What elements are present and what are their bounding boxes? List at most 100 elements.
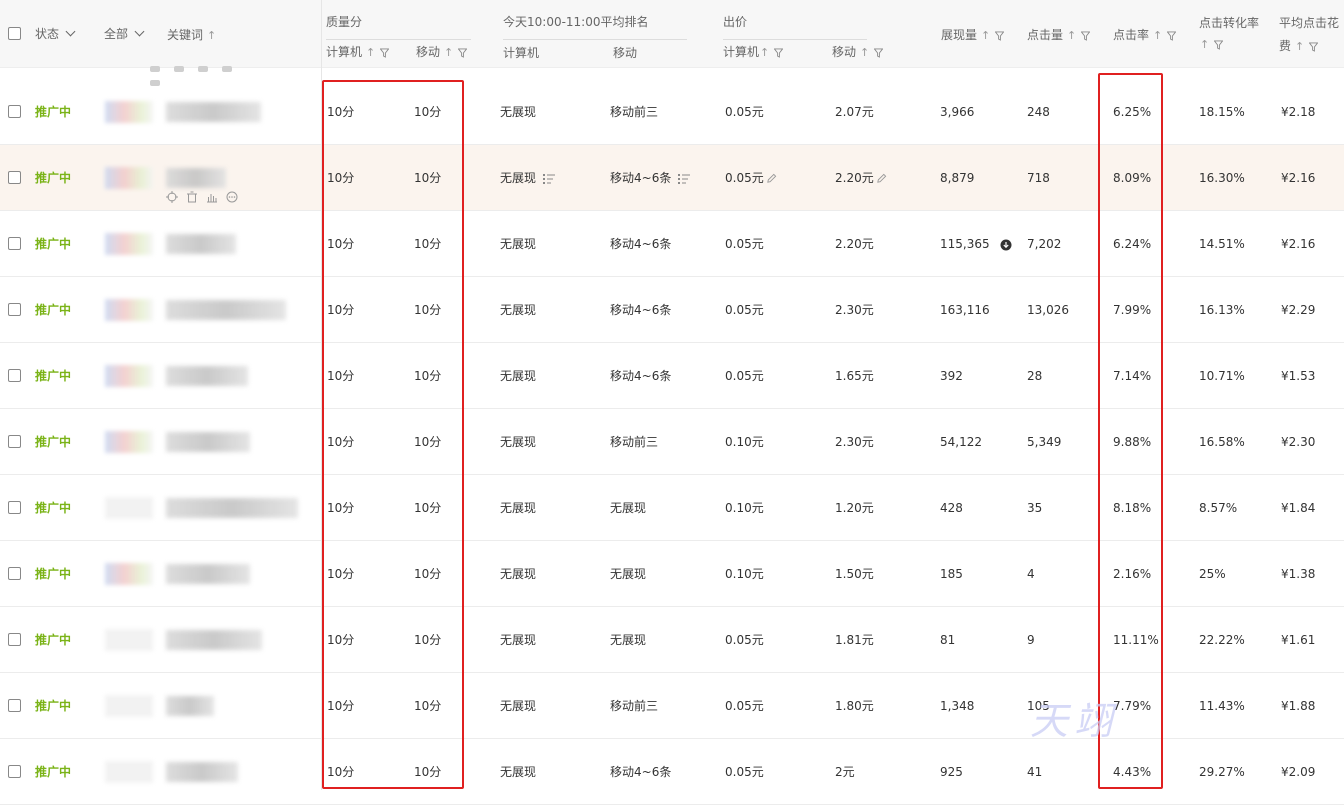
sort-arrow-icon: ↑ [860, 46, 870, 59]
filter-icon[interactable] [380, 48, 390, 58]
keyword-sort-header[interactable]: 关键词 ↑ [167, 26, 216, 43]
impressions-cell: 392 [940, 343, 963, 409]
rank-detail-icon[interactable] [678, 173, 691, 185]
scrolled-row-tools [150, 61, 260, 86]
more-icon[interactable] [226, 191, 238, 203]
delete-icon[interactable] [186, 191, 198, 203]
filter-icon[interactable] [774, 48, 784, 58]
all-filter-dropdown[interactable]: 全部 [104, 25, 145, 42]
impressions-cell: 428 [940, 475, 963, 541]
ctr-header[interactable]: 点击率 ↑ [1113, 26, 1177, 43]
impressions-header[interactable]: 展现量 ↑ [941, 26, 1005, 43]
bid-mobile-cell: 2.07元 [835, 79, 874, 145]
keyword-text-redacted[interactable] [166, 366, 248, 386]
row-checkbox[interactable] [8, 237, 21, 250]
bid-pc-value: 0.10元 [725, 501, 764, 515]
rank-pc-value: 无展现 [500, 501, 537, 515]
impressions-cell: 54,122 [940, 409, 982, 475]
rank-mobile-cell: 移动前三 [610, 79, 658, 145]
avg-cost-cell: ¥1.38 [1281, 567, 1316, 581]
avg-cost-cell: ¥2.09 [1281, 765, 1316, 779]
avg-cost-cell: ¥1.84 [1281, 501, 1316, 515]
impressions-label: 展现量 [941, 28, 978, 42]
clicks-cell: 35 [1027, 501, 1043, 515]
filter-icon[interactable] [874, 48, 884, 58]
impressions-cell: 81 [940, 607, 955, 673]
rank-pc-value: 无展现 [500, 435, 537, 449]
keyword-text-redacted[interactable] [166, 168, 226, 188]
rank-detail-icon[interactable] [543, 173, 556, 185]
row-checkbox[interactable] [8, 369, 21, 382]
edit-pencil-icon[interactable] [876, 173, 887, 184]
rank-mobile-value: 移动4~6条 [610, 303, 672, 317]
avg-cost-cell: ¥1.53 [1281, 369, 1316, 383]
row-checkbox[interactable] [8, 633, 21, 646]
avg-cost-cell: ¥1.61 [1281, 633, 1316, 647]
row-checkbox[interactable] [8, 699, 21, 712]
clicks-cell: 4 [1027, 567, 1035, 581]
clicks-cell: 5,349 [1027, 435, 1062, 449]
keyword-text-redacted[interactable] [166, 696, 214, 716]
row-checkbox[interactable] [8, 171, 21, 184]
filter-icon[interactable] [1309, 42, 1319, 52]
bid-pc-value: 0.05元 [725, 699, 764, 713]
bid-mobile-header[interactable]: 移动 ↑ [832, 43, 884, 60]
row-checkbox[interactable] [8, 567, 21, 580]
status-filter-dropdown[interactable]: 状态 [35, 25, 76, 42]
keyword-text-redacted[interactable] [166, 762, 238, 782]
impressions-cell: 8,879 [940, 145, 974, 211]
chart-icon[interactable] [206, 191, 218, 203]
rank-mobile-value: 移动4~6条 [610, 369, 672, 383]
conversion-header-controls[interactable]: ↑ [1199, 37, 1224, 51]
avg-cost-header-controls[interactable]: 费 ↑ [1279, 37, 1319, 54]
rank-pc-header: 计算机 [503, 46, 540, 60]
conversion-cell: 16.58% [1199, 435, 1245, 449]
keyword-text-redacted[interactable] [166, 300, 286, 320]
rank-pc-cell: 无展现 [500, 211, 536, 277]
keyword-text-redacted[interactable] [166, 564, 250, 584]
target-icon[interactable] [166, 191, 178, 203]
keyword-thumbnail [105, 629, 153, 651]
bid-pc-cell: 0.05元 [725, 211, 764, 277]
keyword-thumbnail [105, 167, 153, 189]
ctr-label: 点击率 [1113, 28, 1150, 42]
filter-icon[interactable] [1167, 31, 1177, 41]
conversion-cell: 22.22% [1199, 633, 1245, 647]
filter-icon[interactable] [458, 48, 468, 58]
conversion-cell: 10.71% [1199, 369, 1245, 383]
impressions-value: 392 [940, 369, 963, 383]
row-checkbox[interactable] [8, 435, 21, 448]
bid-mobile-label: 移动 [832, 45, 857, 59]
keyword-text-redacted[interactable] [166, 432, 250, 452]
conversion-cell: 11.43% [1199, 699, 1245, 713]
keyword-text-redacted[interactable] [166, 234, 236, 254]
rank-pc-cell: 无展现 [500, 277, 536, 343]
row-checkbox[interactable] [8, 105, 21, 118]
edit-pencil-icon[interactable] [766, 173, 777, 184]
keyword-text-redacted[interactable] [166, 630, 262, 650]
rank-group-header: 今天10:00-11:00平均排名 [503, 15, 649, 29]
row-checkbox[interactable] [8, 501, 21, 514]
rank-pc-value: 无展现 [500, 105, 537, 119]
row-checkbox[interactable] [8, 303, 21, 316]
filter-icon[interactable] [1214, 40, 1224, 50]
bid-mobile-value: 1.65元 [835, 369, 874, 383]
clicks-cell: 28 [1027, 369, 1043, 383]
clicks-header[interactable]: 点击量 ↑ [1027, 26, 1091, 43]
bid-group-header: 出价 [723, 15, 748, 29]
quality-mobile-header[interactable]: 移动 ↑ [416, 43, 468, 60]
avg-cost-cell: ¥2.29 [1281, 303, 1316, 317]
quality-score-highlight-box [322, 80, 464, 789]
filter-icon[interactable] [1081, 31, 1091, 41]
download-icon[interactable] [1000, 239, 1012, 251]
bid-mobile-cell: 2.20元 [835, 211, 874, 277]
bid-pc-cell: 0.05元 [725, 607, 764, 673]
quality-pc-header[interactable]: 计算机 ↑ [326, 43, 390, 60]
conversion-cell: 8.57% [1199, 501, 1238, 515]
keyword-text-redacted[interactable] [166, 102, 261, 122]
row-checkbox[interactable] [8, 765, 21, 778]
select-all-checkbox[interactable] [8, 27, 21, 40]
keyword-text-redacted[interactable] [166, 498, 298, 518]
filter-icon[interactable] [995, 31, 1005, 41]
bid-pc-header[interactable]: 计算机↑ [723, 43, 784, 60]
